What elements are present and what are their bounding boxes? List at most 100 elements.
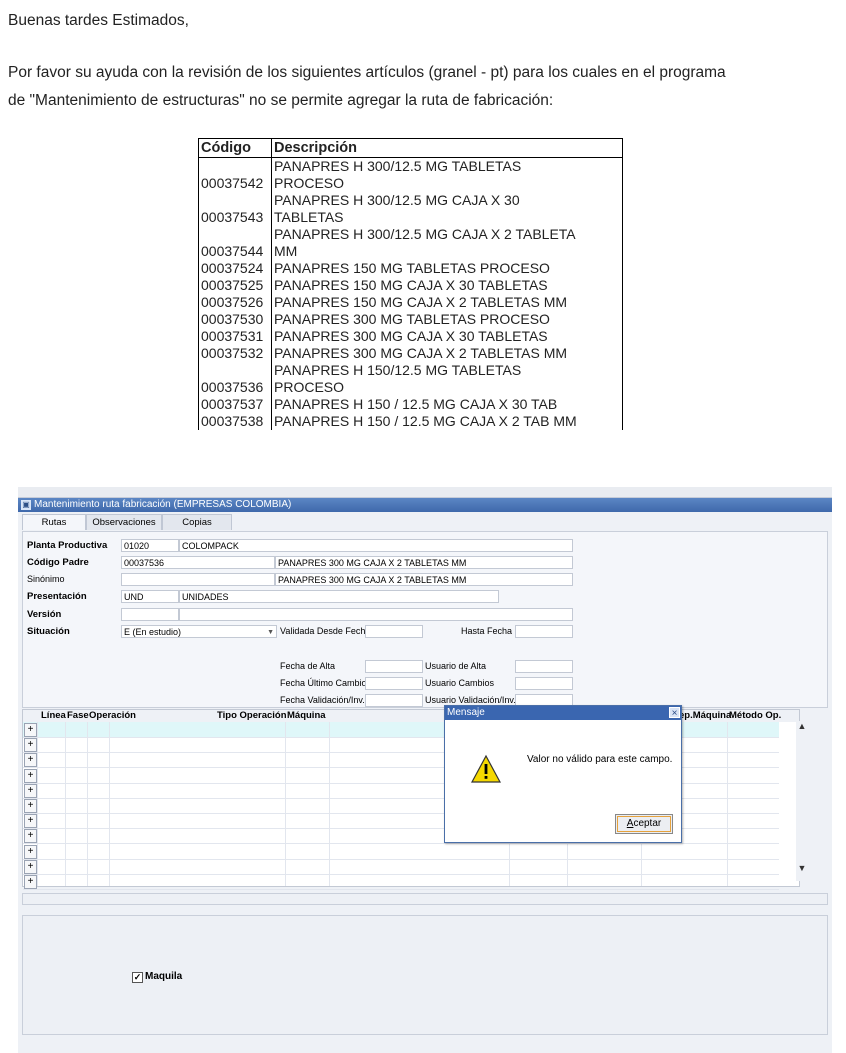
status-strip: [22, 893, 828, 905]
tab-rutas[interactable]: Rutas: [22, 514, 86, 530]
table-row: PANAPRES H 300/12.5 MG TABLETAS: [198, 157, 623, 175]
usuario-alta-field[interactable]: [515, 660, 573, 673]
grid-row[interactable]: +: [23, 859, 779, 875]
expand-plus-icon[interactable]: +: [24, 783, 37, 798]
fecha-alta-field[interactable]: [365, 660, 423, 673]
code-cell: 00037536: [198, 379, 272, 396]
col-linea: Línea: [41, 710, 66, 721]
situacion-value: E (En estudio): [124, 627, 182, 637]
code-cell: 00037537: [198, 396, 272, 413]
planta-code-field[interactable]: 01020: [121, 539, 179, 552]
app-icon: ▣: [21, 500, 31, 510]
warning-icon: [471, 754, 501, 783]
table-row: PANAPRES H 150/12.5 MG TABLETAS: [198, 362, 623, 379]
presentacion-label: Presentación: [27, 591, 87, 602]
code-cell: 00037532: [198, 345, 272, 362]
window-title: Mantenimiento ruta fabricación (EMPRESAS…: [34, 499, 292, 510]
expand-plus-icon[interactable]: +: [24, 859, 37, 874]
codigo-padre-label: Código Padre: [27, 557, 89, 568]
presentacion-code-field[interactable]: UND: [121, 590, 179, 603]
route-form: Planta Productiva 01020 COLOMPACK Código…: [22, 531, 828, 708]
usuario-validacion-label: Usuario Validación/Inv.: [425, 695, 516, 705]
dialog-title: Mensaje: [445, 706, 681, 720]
hasta-label: Hasta Fecha: [461, 626, 513, 636]
scroll-up-icon[interactable]: ▲: [796, 721, 808, 731]
code-cell-empty: [198, 192, 272, 209]
header-codigo: Código: [198, 138, 272, 158]
planta-label: Planta Productiva: [27, 540, 108, 551]
code-cell: 00037531: [198, 328, 272, 345]
version-label: Versión: [27, 609, 62, 620]
table-row: 00037544 MM: [198, 243, 623, 260]
code-cell-empty: [198, 157, 272, 175]
table-row: 00037532 PANAPRES 300 MG CAJA X 2 TABLETA…: [198, 345, 623, 362]
desc-cell: PANAPRES 300 MG CAJA X 30 TABLETAS: [271, 328, 623, 345]
sinonimo-desc: PANAPRES 300 MG CAJA X 2 TABLETAS MM: [275, 573, 573, 586]
table-row: 00037525 PANAPRES 150 MG CAJA X 30 TABLET…: [198, 277, 623, 294]
planta-name-field[interactable]: COLOMPACK: [179, 539, 573, 552]
expand-plus-icon[interactable]: +: [24, 753, 37, 768]
version-field[interactable]: [121, 608, 179, 621]
desc-cell: TABLETAS: [271, 209, 623, 226]
situacion-select[interactable]: E (En estudio) ▼: [121, 625, 277, 638]
expand-plus-icon[interactable]: +: [24, 844, 37, 859]
table-row: 00037538 PANAPRES H 150 / 12.5 MG CAJA X …: [198, 413, 623, 430]
grid-scrollbar[interactable]: ▲ ▼: [796, 721, 808, 881]
desc-cell: PANAPRES 150 MG TABLETAS PROCESO: [271, 260, 623, 277]
expand-plus-icon[interactable]: +: [24, 875, 37, 889]
usuario-alta-label: Usuario de Alta: [425, 661, 487, 671]
chevron-down-icon[interactable]: ▼: [267, 626, 274, 637]
header-descripcion: Descripción: [271, 138, 623, 158]
expand-plus-icon[interactable]: +: [24, 799, 37, 813]
grid-row[interactable]: +: [23, 844, 779, 860]
expand-plus-icon[interactable]: +: [24, 814, 37, 829]
fecha-alta-label: Fecha de Alta: [280, 661, 336, 671]
desc-cell: PANAPRES 300 MG TABLETAS PROCESO: [271, 311, 623, 328]
tab-copias[interactable]: Copias: [162, 514, 232, 530]
version-desc-field: [179, 608, 573, 621]
sinonimo-field[interactable]: [121, 573, 275, 586]
situacion-label: Situación: [27, 626, 70, 637]
code-cell-empty: [198, 362, 272, 379]
code-cell: 00037543: [198, 209, 272, 226]
message-dialog: Mensaje × Valor no válido para este camp…: [444, 705, 682, 843]
usuario-cambios-field[interactable]: [515, 677, 573, 690]
expand-plus-icon[interactable]: +: [24, 829, 37, 844]
code-cell: 00037530: [198, 311, 272, 328]
presentacion-name-field: UNIDADES: [179, 590, 499, 603]
code-cell-empty: [198, 226, 272, 243]
table-row: 00037526 PANAPRES 150 MG CAJA X 2 TABLETA…: [198, 294, 623, 311]
desc-cell: PANAPRES 150 MG CAJA X 2 TABLETAS MM: [271, 294, 623, 311]
fecha-validacion-field[interactable]: [365, 694, 423, 707]
code-cell: 00037524: [198, 260, 272, 277]
expand-plus-icon[interactable]: +: [24, 768, 37, 783]
window-titlebar: ▣ Mantenimiento ruta fabricación (EMPRESA…: [18, 498, 832, 512]
codigo-padre-field[interactable]: 00037536: [121, 556, 275, 569]
fecha-cambio-field[interactable]: [365, 677, 423, 690]
checkbox-checked-icon[interactable]: ✓: [132, 972, 143, 983]
desc-cell: PROCESO: [271, 379, 623, 396]
desc-cell: PANAPRES 300 MG CAJA X 2 TABLETAS MM: [271, 345, 623, 362]
code-cell: 00037538: [198, 413, 272, 430]
col-fase: Fase: [67, 710, 89, 721]
maquila-checkbox[interactable]: ✓ Maquila: [132, 971, 182, 983]
grid-row[interactable]: +: [23, 874, 779, 890]
desc-cell: PANAPRES H 300/12.5 MG CAJA X 30: [271, 192, 623, 209]
expand-plus-icon[interactable]: +: [24, 723, 37, 737]
expand-plus-icon[interactable]: +: [24, 738, 37, 753]
table-row: 00037536 PROCESO: [198, 379, 623, 396]
desc-cell: PANAPRES H 300/12.5 MG TABLETAS: [271, 157, 623, 175]
maquila-label: Maquila: [145, 971, 183, 982]
fecha-cambio-label: Fecha Último Cambio: [280, 678, 367, 688]
items-table-wrapper: Código Descripción PANAPRES H 300/12.5 M…: [196, 136, 626, 458]
hasta-field[interactable]: [515, 625, 573, 638]
table-row: 00037537 PANAPRES H 150 / 12.5 MG CAJA X …: [198, 396, 623, 413]
toolbar: [18, 487, 832, 498]
desc-cell: PANAPRES 150 MG CAJA X 30 TABLETAS: [271, 277, 623, 294]
email-line-1: Por favor su ayuda con la revisión de lo…: [8, 64, 726, 81]
close-icon[interactable]: ×: [669, 707, 680, 719]
accept-button[interactable]: Aceptar: [615, 814, 673, 834]
scroll-down-icon[interactable]: ▼: [796, 863, 808, 873]
tab-observaciones[interactable]: Observaciones: [86, 514, 162, 530]
validada-field[interactable]: [365, 625, 423, 638]
